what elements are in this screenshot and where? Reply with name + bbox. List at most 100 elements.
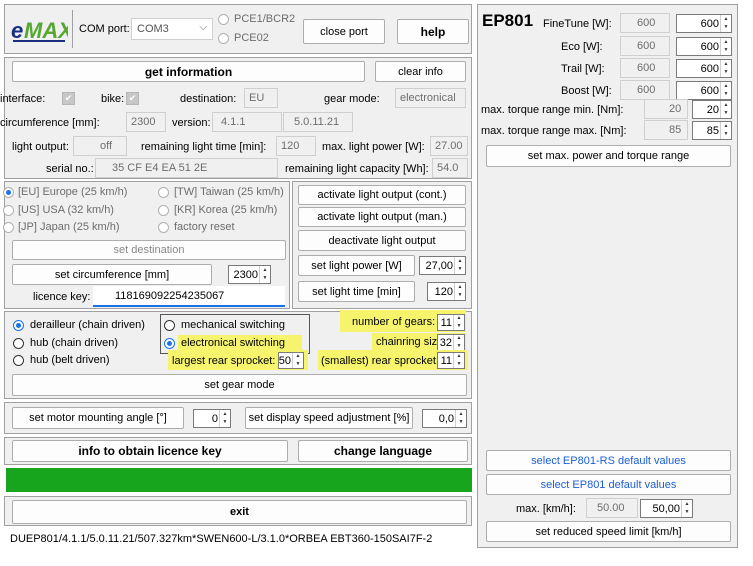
activate-light-man-button[interactable]: activate light output (man.) xyxy=(298,207,466,227)
eco-label: Eco [W]: xyxy=(561,41,603,53)
largest-rear-input[interactable]: 50 ▲ ▼ xyxy=(278,352,304,369)
radio-pce1[interactable] xyxy=(218,14,229,25)
finetune-current: 600 xyxy=(620,13,670,33)
spinner-icon[interactable]: ▲ ▼ xyxy=(720,60,731,77)
radio-factory-reset[interactable] xyxy=(158,222,169,233)
spinner-icon[interactable]: ▲ ▼ xyxy=(454,283,465,300)
light-time-input[interactable]: 120 ▲ ▼ xyxy=(427,282,466,301)
trail-input[interactable]: 600 ▲ ▼ xyxy=(676,59,732,78)
set-display-speed-button[interactable]: set display speed adjustment [%] xyxy=(245,407,413,429)
set-reduced-speed-button[interactable]: set reduced speed limit [km/h] xyxy=(486,521,731,542)
clear-info-button[interactable]: clear info xyxy=(375,61,466,82)
radio-dest-us-label: [US] USA (32 km/h) xyxy=(18,204,114,216)
gear-mode-value: electronical xyxy=(395,88,466,108)
radio-hub-chain[interactable] xyxy=(13,338,24,349)
largest-rear-value: 50 xyxy=(278,354,291,367)
radio-factory-reset-label: factory reset xyxy=(174,221,235,233)
select-rs-defaults-button[interactable]: select EP801-RS default values xyxy=(486,450,731,471)
display-speed-input[interactable]: 0,0 ▲ ▼ xyxy=(422,409,467,428)
number-of-gears-input[interactable]: 11 ▲ ▼ xyxy=(437,314,465,331)
exit-button[interactable]: exit xyxy=(12,500,467,524)
spinner-icon[interactable]: ▲ ▼ xyxy=(720,15,731,32)
light-power-input[interactable]: 27,00 ▲ ▼ xyxy=(419,256,466,275)
spinner-icon[interactable]: ▲ ▼ xyxy=(720,122,731,139)
spinner-icon[interactable]: ▲ ▼ xyxy=(720,38,731,55)
radio-dest-kr-label: [KR] Korea (25 km/h) xyxy=(174,204,278,216)
close-port-button[interactable]: close port xyxy=(303,19,385,44)
radio-derailleur-label: derailleur (chain driven) xyxy=(30,319,145,331)
spinner-icon[interactable]: ▲ ▼ xyxy=(453,353,464,368)
licence-key-input[interactable]: 118169092254235067 xyxy=(93,286,285,307)
motor-angle-input[interactable]: 0 ▲ ▼ xyxy=(193,409,231,428)
number-of-gears-label: number of gears: xyxy=(352,316,436,328)
eco-input[interactable]: 600 ▲ ▼ xyxy=(676,37,732,56)
circumference-input[interactable]: 2300 ▲ ▼ xyxy=(228,265,271,284)
spinner-icon[interactable]: ▲ ▼ xyxy=(681,500,692,517)
set-circumference-button[interactable]: set circumference [mm] xyxy=(12,264,212,285)
finetune-value: 600 xyxy=(700,17,719,30)
spinner-icon[interactable]: ▲ ▼ xyxy=(292,353,303,368)
change-language-button[interactable]: change language xyxy=(298,440,468,462)
torque-min-input[interactable]: 20 ▲ ▼ xyxy=(692,100,732,119)
chainring-input[interactable]: 32 ▲ ▼ xyxy=(437,334,465,351)
set-light-power-button[interactable]: set light power [W] xyxy=(298,255,415,276)
trail-label: Trail [W]: xyxy=(561,63,605,75)
light-output-label: light output: xyxy=(12,141,69,153)
trail-value: 600 xyxy=(700,62,719,75)
select-defaults-button[interactable]: select EP801 default values xyxy=(486,474,731,495)
help-button[interactable]: help xyxy=(397,19,469,44)
boost-input[interactable]: 600 ▲ ▼ xyxy=(676,81,732,100)
boost-value: 600 xyxy=(700,84,719,97)
radio-dest-eu[interactable] xyxy=(3,187,14,198)
set-light-time-button[interactable]: set light time [min] xyxy=(298,281,415,302)
radio-hub-belt[interactable] xyxy=(13,355,24,366)
motor-angle-value: 0 xyxy=(211,412,218,425)
spinner-icon[interactable]: ▲ ▼ xyxy=(720,82,731,99)
circumference-input-value: 2300 xyxy=(233,268,258,281)
get-information-button[interactable]: get information xyxy=(12,61,365,82)
radio-derailleur[interactable] xyxy=(13,320,24,331)
boost-label: Boost [W]: xyxy=(561,85,612,97)
svg-text:e: e xyxy=(11,18,23,43)
radio-dest-kr[interactable] xyxy=(158,205,169,216)
eco-current: 600 xyxy=(620,36,670,56)
spinner-icon[interactable]: ▲ ▼ xyxy=(219,410,230,427)
radio-electronical[interactable] xyxy=(164,338,175,349)
smallest-rear-value: 11 xyxy=(440,354,452,367)
version-value-2: 5.0.11.21 xyxy=(283,112,353,132)
remaining-light-capacity-value: 54.0 xyxy=(432,158,468,178)
radio-pce2[interactable] xyxy=(218,33,229,44)
licence-info-button[interactable]: info to obtain licence key xyxy=(12,440,288,462)
com-port-select[interactable]: COM3 ⌵ xyxy=(131,18,213,40)
destination-label: destination: xyxy=(180,93,237,105)
set-motor-angle-button[interactable]: set motor mounting angle [°] xyxy=(12,407,184,429)
max-kmh-current: 50.00 xyxy=(586,498,638,518)
spinner-icon[interactable]: ▲ ▼ xyxy=(720,101,731,118)
set-gear-mode-button[interactable]: set gear mode xyxy=(12,374,467,396)
set-destination-button[interactable]: set destination xyxy=(12,240,286,260)
max-kmh-input[interactable]: 50,00 ▲ ▼ xyxy=(640,499,693,518)
spinner-icon[interactable]: ▲ ▼ xyxy=(453,315,464,330)
set-power-torque-button[interactable]: set max. power and torque range xyxy=(486,145,731,167)
interface-check-icon: ✔ xyxy=(62,92,75,105)
chainring-value: 32 xyxy=(439,336,452,349)
spinner-icon[interactable]: ▲ ▼ xyxy=(455,410,466,427)
radio-mechanical[interactable] xyxy=(164,320,175,331)
finetune-input[interactable]: 600 ▲ ▼ xyxy=(676,14,732,33)
spinner-icon[interactable]: ▲ ▼ xyxy=(454,257,465,274)
radio-dest-us[interactable] xyxy=(3,205,14,216)
radio-pce2-label: PCE02 xyxy=(234,32,269,44)
activate-light-cont-button[interactable]: activate light output (cont.) xyxy=(298,185,466,205)
deactivate-light-button[interactable]: deactivate light output xyxy=(298,230,466,251)
max-kmh-value: 50,00 xyxy=(652,502,680,515)
spinner-icon[interactable]: ▲ ▼ xyxy=(453,335,464,350)
finetune-label: FineTune [W]: xyxy=(543,18,612,30)
torque-max-input[interactable]: 85 ▲ ▼ xyxy=(692,121,732,140)
radio-dest-jp[interactable] xyxy=(3,222,14,233)
radio-dest-tw[interactable] xyxy=(158,187,169,198)
smallest-rear-input[interactable]: 11 ▲ ▼ xyxy=(437,352,465,369)
svg-text:MAX: MAX xyxy=(24,18,68,43)
spinner-icon[interactable]: ▲ ▼ xyxy=(259,266,270,283)
status-line: DUEP801/4.1.1/5.0.11.21/507.327km*SWEN60… xyxy=(10,533,433,545)
licence-key-value: 118169092254235067 xyxy=(115,289,225,302)
